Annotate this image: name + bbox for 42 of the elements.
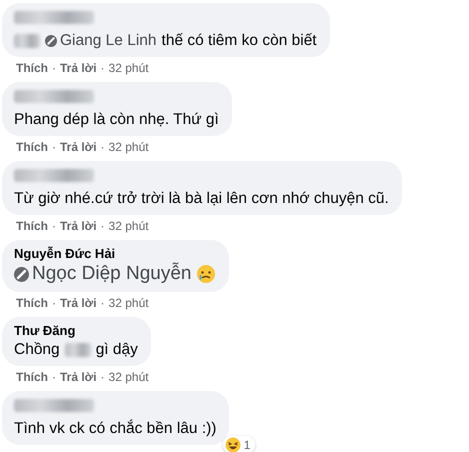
comment-text: Chồng [14, 340, 60, 360]
timestamp: 32 phút [108, 218, 149, 234]
action-link[interactable]: Trả lời [60, 139, 97, 155]
separator-dot: · [100, 218, 105, 234]
action-link[interactable]: Trả lời [60, 60, 97, 76]
author-name[interactable]: Thư Đăng [14, 323, 138, 339]
timestamp: 32 phút [108, 295, 149, 311]
comment-text: Phang dép là còn nhẹ. Thứ gì [14, 110, 219, 130]
separator-dot: · [52, 369, 56, 385]
mention-link[interactable]: Ngọc Diệp Nguyễn [32, 262, 192, 286]
separator-dot: · [52, 218, 56, 234]
timestamp: 32 phút [108, 369, 149, 385]
separator-dot: · [100, 139, 105, 155]
blurred-text [64, 342, 91, 356]
slashed-circle-icon [14, 266, 29, 282]
timestamp: 32 phút [108, 60, 149, 76]
author-name[interactable]: Nguyễn Đức Hải [14, 246, 216, 262]
blurred-text [14, 34, 40, 48]
slashed-circle-icon [45, 34, 57, 46]
reaction-badge[interactable]: 1 [222, 436, 256, 452]
laughing-emoji-icon [224, 437, 241, 452]
separator-dot: · [52, 139, 56, 155]
action-link[interactable]: Thích [16, 295, 48, 311]
comment-text: Tình vk ck có chắc bền lâu :)) [14, 418, 216, 439]
crying-emoji-icon [196, 264, 216, 284]
separator-dot: · [52, 60, 56, 76]
comment-text: Từ giờ nhé.cứ trở trời là bà lại lên cơn nhớ chuyện cũ. [14, 189, 389, 209]
timestamp: 32 phút [108, 139, 149, 155]
mention-link[interactable]: Giang Le Linh [60, 30, 157, 51]
separator-dot: · [100, 369, 105, 385]
action-link[interactable]: Thích [16, 218, 48, 234]
action-link[interactable]: Trả lời [60, 295, 97, 311]
action-link[interactable]: Thích [16, 139, 48, 155]
action-link[interactable]: Trả lời [60, 218, 97, 234]
separator-dot: · [52, 295, 56, 311]
action-link[interactable]: Thích [16, 60, 48, 76]
action-link[interactable]: Thích [16, 369, 48, 385]
separator-dot: · [100, 295, 105, 311]
separator-dot: · [100, 60, 105, 76]
comment-text: thế có tiêm ko còn biết [162, 31, 317, 51]
action-link[interactable]: Trả lời [60, 369, 97, 385]
comment-text: gì dậy [96, 340, 138, 360]
